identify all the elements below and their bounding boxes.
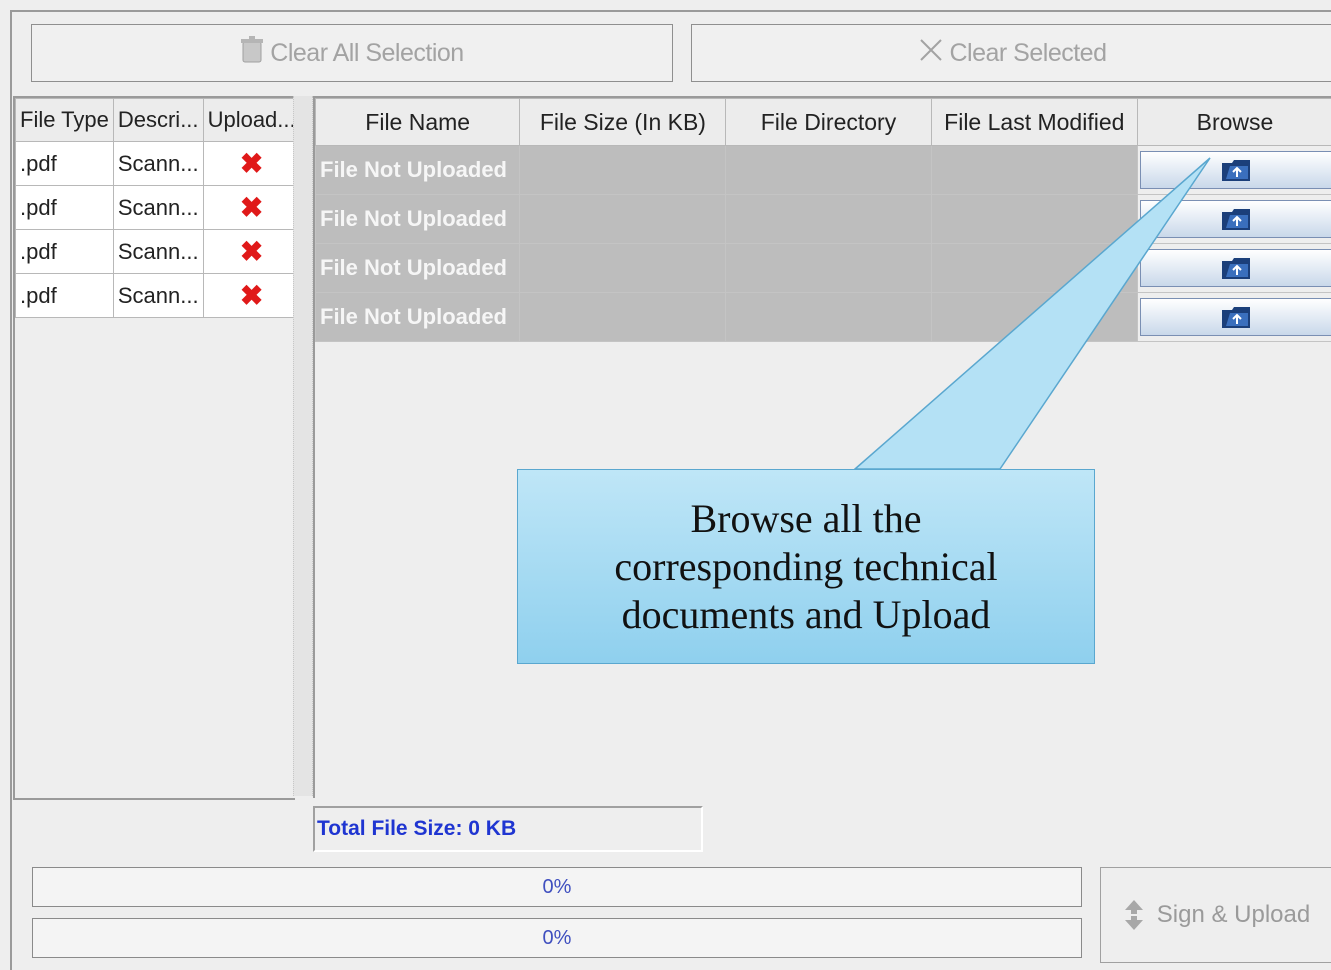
- sign-and-upload-label: Sign & Upload: [1156, 901, 1311, 928]
- close-icon: [918, 37, 944, 70]
- table-row[interactable]: File Not Uploaded: [314, 243, 1331, 293]
- browse-button[interactable]: [1139, 249, 1331, 287]
- files-table: File Name File Size (In KB) File Directo…: [314, 98, 1331, 342]
- column-header-browse[interactable]: Browse: [1136, 98, 1331, 146]
- file-directory-cell: [725, 194, 932, 244]
- column-header-file-type[interactable]: File Type: [15, 98, 114, 142]
- progress-bar-1: 0%: [32, 867, 1082, 907]
- description-cell: Scann...: [112, 141, 204, 186]
- trash-icon: [240, 35, 264, 71]
- files-panel: File Name File Size (In KB) File Directo…: [313, 96, 1331, 798]
- file-type-cell: .pdf: [15, 273, 114, 318]
- browse-cell: [1136, 145, 1331, 195]
- callout-text: Browse all the corresponding technical d…: [614, 495, 998, 637]
- window-border-top: [10, 10, 1331, 12]
- clear-selected-button[interactable]: Clear Selected: [691, 24, 1331, 82]
- progress-bar-2: 0%: [32, 918, 1082, 958]
- browse-cell: [1136, 194, 1331, 244]
- file-last-modified-cell: [930, 243, 1138, 293]
- column-header-file-size[interactable]: File Size (In KB): [519, 98, 727, 146]
- file-name-cell: File Not Uploaded: [314, 292, 521, 342]
- file-last-modified-cell: [930, 194, 1138, 244]
- table-row[interactable]: File Not Uploaded: [314, 194, 1331, 244]
- column-header-file-directory[interactable]: File Directory: [725, 98, 932, 146]
- open-folder-icon: [1221, 258, 1250, 279]
- progress-bar-2-label: 0%: [542, 926, 572, 949]
- clear-all-selection-label: Clear All Selection: [270, 38, 464, 67]
- file-name-cell: File Not Uploaded: [314, 145, 521, 195]
- window-border-left: [10, 10, 12, 970]
- upload-arrows-icon: [1124, 900, 1143, 930]
- callout-box: Browse all the corresponding technical d…: [517, 469, 1095, 664]
- file-size-cell: [519, 243, 727, 293]
- table-row[interactable]: .pdf Scann... ✖: [15, 141, 301, 186]
- file-directory-cell: [725, 145, 932, 195]
- not-uploaded-icon: ✖: [239, 148, 264, 179]
- table-row[interactable]: .pdf Scann... ✖: [15, 229, 301, 274]
- open-folder-icon: [1221, 209, 1250, 230]
- clear-selected-label: Clear Selected: [949, 38, 1107, 67]
- column-header-file-name[interactable]: File Name: [314, 98, 521, 146]
- table-row[interactable]: File Not Uploaded: [314, 292, 1331, 342]
- table-row[interactable]: .pdf Scann... ✖: [15, 273, 301, 318]
- browse-cell: [1136, 292, 1331, 342]
- upload-status-cell: ✖: [202, 273, 301, 318]
- not-uploaded-icon: ✖: [239, 280, 264, 311]
- file-types-panel: File Type Descri... Upload... .pdf Scann…: [13, 96, 301, 800]
- open-folder-icon: [1221, 160, 1250, 181]
- file-directory-cell: [725, 292, 932, 342]
- upload-status-cell: ✖: [202, 229, 301, 274]
- split-pane-divider[interactable]: [293, 96, 313, 796]
- browse-button[interactable]: [1139, 298, 1331, 336]
- progress-bar-1-label: 0%: [542, 875, 572, 898]
- file-directory-cell: [725, 243, 932, 293]
- open-folder-icon: [1221, 307, 1250, 328]
- browse-cell: [1136, 243, 1331, 293]
- upload-status-cell: ✖: [202, 141, 301, 186]
- column-header-file-last-modified[interactable]: File Last Modified: [930, 98, 1138, 146]
- description-cell: Scann...: [112, 185, 204, 230]
- not-uploaded-icon: ✖: [239, 236, 264, 267]
- table-row[interactable]: File Not Uploaded: [314, 145, 1331, 195]
- file-size-cell: [519, 145, 727, 195]
- clear-all-selection-button[interactable]: Clear All Selection: [31, 24, 673, 82]
- file-type-cell: .pdf: [15, 185, 114, 230]
- description-cell: Scann...: [112, 273, 204, 318]
- total-file-size: Total File Size: 0 KB: [313, 806, 703, 852]
- column-header-uploaded[interactable]: Upload...: [202, 98, 301, 142]
- file-size-cell: [519, 292, 727, 342]
- file-type-cell: .pdf: [15, 229, 114, 274]
- file-types-table: File Type Descri... Upload... .pdf Scann…: [15, 98, 301, 318]
- file-name-cell: File Not Uploaded: [314, 243, 521, 293]
- upload-status-cell: ✖: [202, 185, 301, 230]
- not-uploaded-icon: ✖: [239, 192, 264, 223]
- column-header-description[interactable]: Descri...: [112, 98, 204, 142]
- browse-button[interactable]: [1139, 200, 1331, 238]
- description-cell: Scann...: [112, 229, 204, 274]
- table-row[interactable]: .pdf Scann... ✖: [15, 185, 301, 230]
- browse-button[interactable]: [1139, 151, 1331, 189]
- file-name-cell: File Not Uploaded: [314, 194, 521, 244]
- file-size-cell: [519, 194, 727, 244]
- upload-window: Clear All Selection Clear Selected File …: [0, 0, 1331, 970]
- file-last-modified-cell: [930, 292, 1138, 342]
- sign-and-upload-button[interactable]: Sign & Upload: [1100, 867, 1331, 963]
- file-type-cell: .pdf: [15, 141, 114, 186]
- file-last-modified-cell: [930, 145, 1138, 195]
